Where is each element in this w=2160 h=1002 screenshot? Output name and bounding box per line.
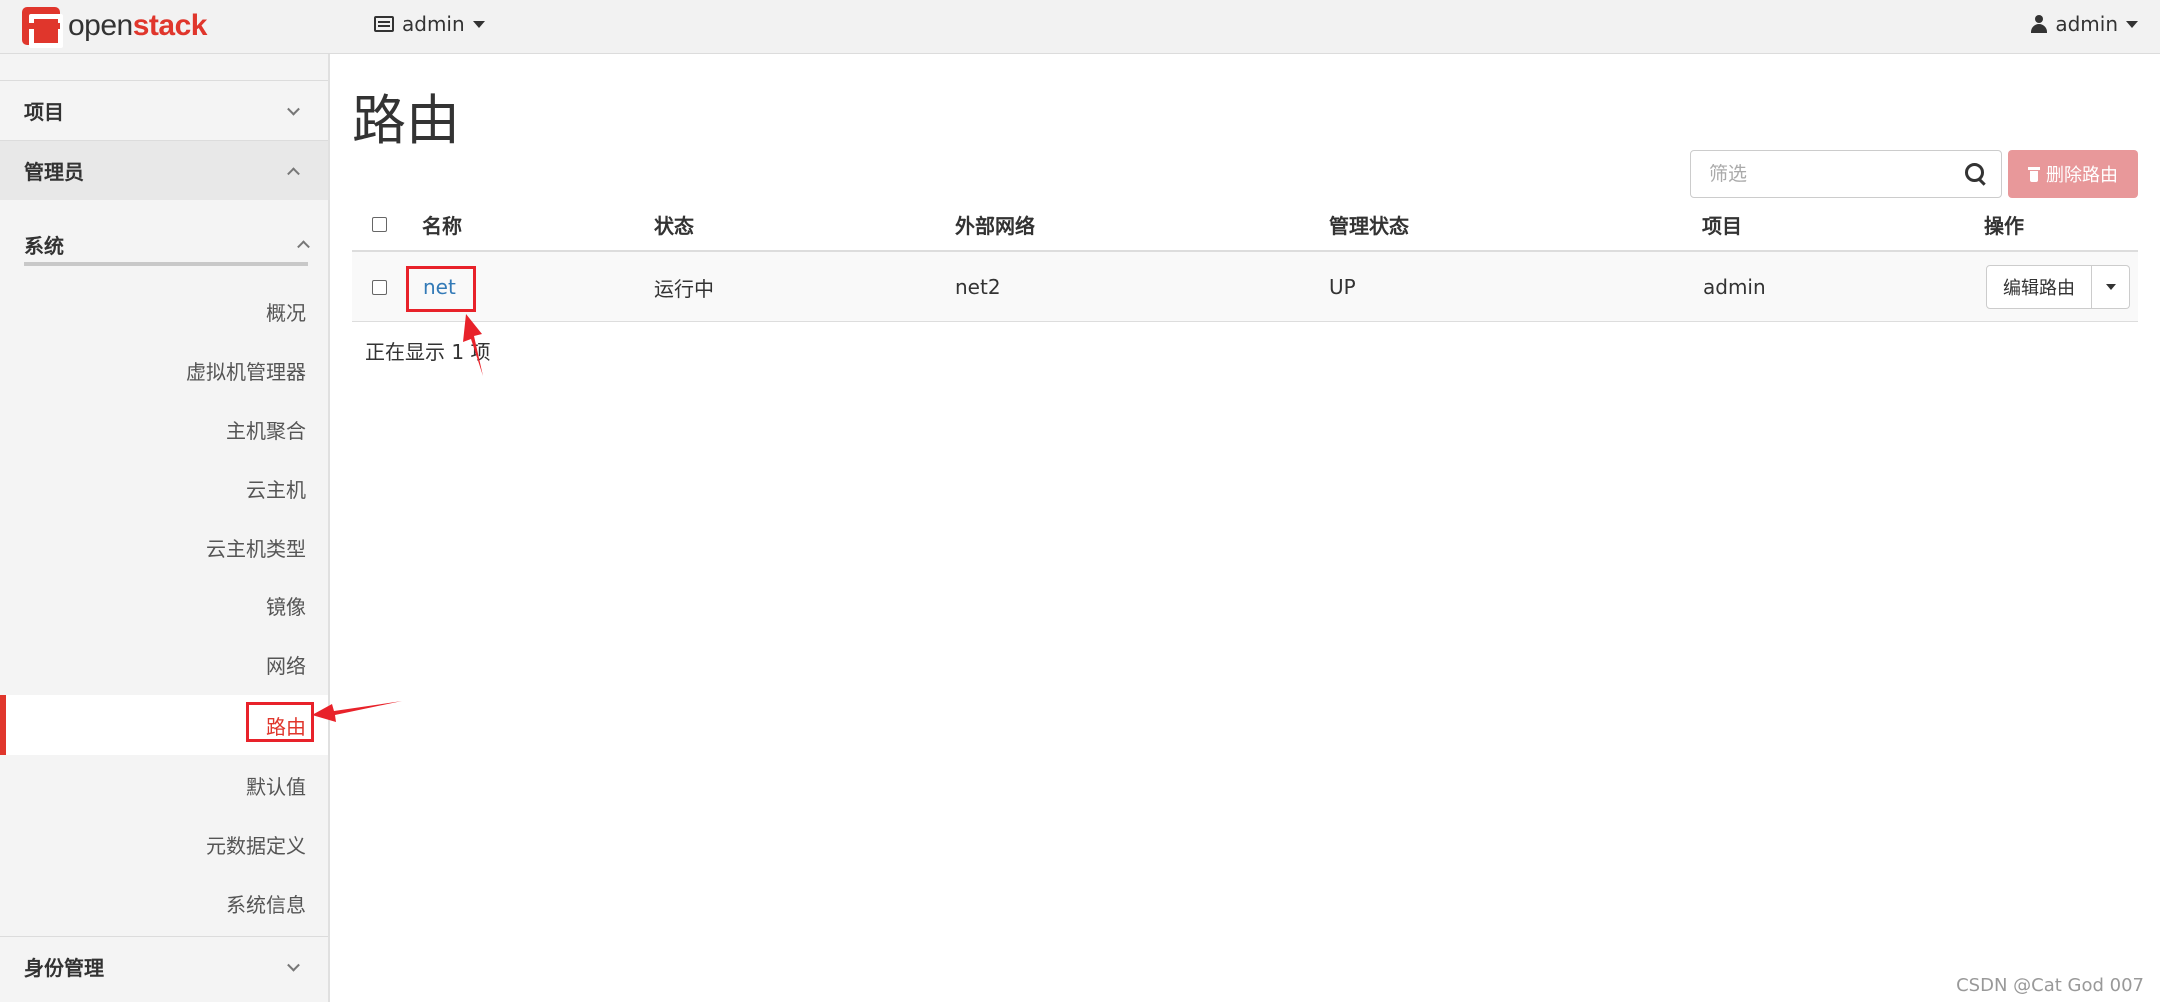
sidebar-item-label: 主机聚合	[226, 418, 306, 443]
column-header-external-network[interactable]: 外部网络	[955, 196, 1035, 252]
sidebar-item-label: 云主机	[246, 477, 306, 502]
router-status: 运行中	[654, 276, 714, 301]
sidebar-item-label: 元数据定义	[206, 833, 306, 858]
router-external-network: net2	[955, 275, 1001, 299]
sidebar-item-instances[interactable]: 云主机	[0, 459, 328, 517]
table-row: net 运行中 net2 UP admin 编辑路由	[352, 252, 2138, 322]
sidebar-item-defaults[interactable]: 默认值	[0, 756, 328, 814]
sidebar: 项目 管理员 系统 概况 虚拟机管理器 主机聚合 云主机 云主机类型 镜像 网络…	[0, 54, 330, 1002]
trash-icon	[2028, 166, 2040, 182]
chevron-up-icon	[297, 240, 310, 254]
sidebar-item-label: 网络	[266, 653, 306, 678]
column-header-project[interactable]: 项目	[1702, 196, 1742, 252]
logo-text: openstack	[68, 9, 207, 42]
routers-table: 名称 状态 外部网络 管理状态 项目 操作 net 运行中 net2 UP ad…	[352, 196, 2138, 322]
sidebar-subgroup-label: 系统	[24, 233, 64, 258]
project-switcher-label: admin	[402, 12, 465, 36]
sidebar-item-label: 镜像	[266, 594, 306, 619]
column-header-status[interactable]: 状态	[654, 196, 694, 252]
sidebar-item-label: 系统信息	[226, 892, 306, 917]
delete-routers-button[interactable]: 删除路由	[2008, 150, 2138, 198]
sidebar-item-hypervisors[interactable]: 虚拟机管理器	[0, 341, 328, 399]
sidebar-group-label: 身份管理	[24, 956, 104, 980]
openstack-logo-icon	[22, 7, 63, 48]
sidebar-item-images[interactable]: 镜像	[0, 576, 328, 634]
router-project: admin	[1703, 275, 1766, 299]
user-menu[interactable]: admin	[2031, 12, 2138, 36]
delete-routers-label: 删除路由	[2046, 165, 2118, 186]
sidebar-group-label: 管理员	[24, 160, 84, 184]
table-header: 名称 状态 外部网络 管理状态 项目 操作	[352, 196, 2138, 252]
sidebar-subgroup-system[interactable]: 系统	[24, 212, 310, 276]
sidebar-item-metadata-definitions[interactable]: 元数据定义	[0, 815, 328, 873]
top-navbar: openstack admin admin	[0, 0, 2160, 54]
sidebar-item-label: 虚拟机管理器	[186, 359, 306, 384]
sidebar-item-label: 云主机类型	[206, 536, 306, 561]
sidebar-item-flavors[interactable]: 云主机类型	[0, 518, 328, 576]
row-select-cell	[372, 252, 387, 322]
select-all-checkbox[interactable]	[372, 216, 387, 232]
edit-router-button[interactable]: 编辑路由	[1986, 265, 2092, 309]
column-header-admin-state[interactable]: 管理状态	[1329, 196, 1409, 252]
column-header-name[interactable]: 名称	[422, 196, 462, 252]
subgroup-divider	[24, 262, 308, 266]
annotation-box-router-name	[406, 266, 476, 312]
row-checkbox[interactable]	[372, 279, 387, 295]
filter-box	[1690, 150, 2002, 198]
sidebar-group-admin[interactable]: 管理员	[0, 140, 328, 200]
sidebar-item-label: 概况	[266, 300, 306, 325]
caret-down-icon	[2126, 20, 2138, 28]
item-count: 正在显示 1 项	[365, 340, 491, 364]
sidebar-item-label: 默认值	[246, 774, 306, 799]
caret-down-icon	[2105, 284, 2116, 290]
user-menu-label: admin	[2055, 12, 2118, 36]
column-header-actions: 操作	[1984, 213, 2024, 238]
chevron-down-icon	[287, 958, 300, 972]
router-admin-state: UP	[1329, 275, 1356, 299]
select-all-cell	[372, 196, 387, 252]
watermark: CSDN @Cat God 007	[1956, 975, 2144, 996]
row-actions-dropdown[interactable]	[2092, 265, 2130, 309]
chevron-down-icon	[287, 102, 300, 116]
sidebar-item-host-aggregates[interactable]: 主机聚合	[0, 400, 328, 458]
sidebar-group-identity[interactable]: 身份管理	[0, 936, 328, 996]
openstack-logo[interactable]: openstack	[22, 7, 207, 48]
chevron-up-icon	[287, 166, 300, 180]
row-actions: 编辑路由	[1986, 265, 2130, 309]
sidebar-group-label: 项目	[24, 100, 64, 124]
page-title: 路由	[352, 89, 460, 152]
filter-input[interactable]	[1691, 151, 1951, 197]
user-icon	[2031, 15, 2048, 33]
caret-down-icon	[472, 20, 485, 28]
search-icon[interactable]	[1965, 163, 1987, 185]
sidebar-group-project[interactable]: 项目	[0, 80, 328, 140]
sidebar-item-overview[interactable]: 概况	[0, 282, 328, 340]
sidebar-item-networks[interactable]: 网络	[0, 635, 328, 693]
annotation-box-sidebar-routers	[246, 702, 314, 742]
sidebar-item-system-info[interactable]: 系统信息	[0, 874, 328, 932]
project-switcher[interactable]: admin	[374, 12, 485, 36]
project-list-icon	[374, 16, 394, 32]
